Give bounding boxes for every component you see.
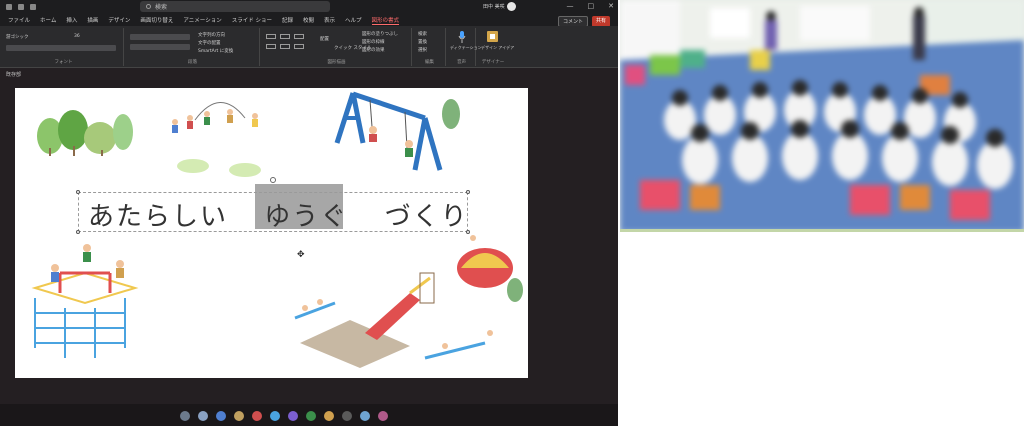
autosave-icon[interactable] xyxy=(18,4,24,10)
list-buttons[interactable] xyxy=(130,34,190,40)
taskbar-app-icon[interactable] xyxy=(378,411,388,421)
title-part-3: づくり xyxy=(384,202,469,232)
tab-slideshow[interactable]: スライド ショー xyxy=(232,16,272,24)
shape-gallery-icon[interactable] xyxy=(266,34,276,39)
text-direction-button[interactable]: 文字列の方向 xyxy=(198,32,225,38)
align-text-button[interactable]: 文字の配置 xyxy=(198,40,221,46)
ribbon-group-voice: ディクテーション 音声 xyxy=(448,28,482,66)
tab-insert[interactable]: 挿入 xyxy=(66,16,77,24)
avatar[interactable] xyxy=(507,2,516,11)
ribbon-group-font: 游ゴシック 36 フォント xyxy=(4,28,124,66)
ribbon-group-label: デザイナー xyxy=(481,60,505,65)
tab-design[interactable]: デザイン xyxy=(108,16,130,24)
taskbar-app-icon[interactable] xyxy=(252,411,262,421)
tab-draw[interactable]: 描画 xyxy=(87,16,98,24)
app-logo-icon xyxy=(6,4,12,10)
pane-label: 既存部 xyxy=(6,72,22,78)
align-buttons[interactable] xyxy=(130,44,190,50)
taskbar-app-icon[interactable] xyxy=(342,411,352,421)
taskbar-app-icon[interactable] xyxy=(288,411,298,421)
slide-icon xyxy=(365,272,435,340)
minimize-button[interactable]: — xyxy=(567,2,574,10)
close-button[interactable]: ✕ xyxy=(608,2,614,10)
taskbar xyxy=(0,404,618,426)
mic-icon[interactable] xyxy=(458,31,466,43)
tab-view[interactable]: 表示 xyxy=(324,16,335,24)
arrange-button[interactable]: 配置 xyxy=(320,36,329,42)
taskbar-app-icon[interactable] xyxy=(360,411,370,421)
tab-animations[interactable]: アニメーション xyxy=(183,16,221,24)
shape-gallery-icon[interactable] xyxy=(280,34,290,39)
tree-icon xyxy=(37,110,133,156)
ribbon-group-designer: デザイン アイデア デザイナー xyxy=(478,28,514,66)
ribbon-group-label: 音声 xyxy=(457,60,466,65)
designer-label: デザイン アイデア xyxy=(481,45,515,50)
undo-icon[interactable] xyxy=(30,4,36,10)
font-size-select[interactable]: 36 xyxy=(74,34,80,39)
replace-button[interactable]: 置換 xyxy=(418,39,427,45)
rotate-handle[interactable] xyxy=(270,177,276,183)
user-name: 田中 美咲 xyxy=(483,4,505,10)
ribbon-group-editing: 検索 置換 選択 編集 xyxy=(414,28,446,66)
taskbar-app-icon[interactable] xyxy=(198,411,208,421)
dictate-label: ディクテーション xyxy=(450,45,482,50)
title-part-2: ゆうぐ xyxy=(264,202,349,232)
shape-effects-button[interactable]: 図形の効果 xyxy=(362,47,385,53)
ribbon-group-label: 図形描画 xyxy=(327,60,346,65)
slide-title[interactable]: あたらしい ゆうぐ づくり xyxy=(88,196,469,233)
taskbar-app-icon[interactable] xyxy=(234,411,244,421)
ribbon-group-paragraph: 文字列の方向 文字の配置 SmartArt に変換 段落 xyxy=(126,28,260,66)
resize-handle[interactable] xyxy=(76,230,80,234)
maximize-button[interactable]: □ xyxy=(588,2,595,10)
shape-fill-button[interactable]: 図形の塗りつぶし xyxy=(362,31,398,37)
jump-rope-kids xyxy=(172,102,258,133)
title-part-1: あたらしい xyxy=(88,202,229,232)
resize-handle[interactable] xyxy=(76,190,80,194)
ribbon-group-label: 段落 xyxy=(188,60,197,65)
taskbar-app-icon[interactable] xyxy=(270,411,280,421)
ribbon-group-drawing: 配置 クイック スタイル 図形の塗りつぶし 図形の枠線 図形の効果 図形描画 xyxy=(262,28,412,66)
font-name-select[interactable]: 游ゴシック xyxy=(6,34,29,40)
slide-pane-header: 既存部 xyxy=(0,68,618,81)
tab-transitions[interactable]: 画面切り替え xyxy=(140,16,173,24)
swing-icon xyxy=(334,91,443,171)
find-button[interactable]: 検索 xyxy=(418,31,427,37)
shape-outline-button[interactable]: 図形の枠線 xyxy=(362,39,385,45)
jungle-gym-icon xyxy=(31,244,139,358)
taskbar-app-icon[interactable] xyxy=(306,411,316,421)
tab-review[interactable]: 校閲 xyxy=(303,16,314,24)
tab-home[interactable]: ホーム xyxy=(40,16,56,24)
tab-shape-format[interactable]: 図形の書式 xyxy=(371,16,400,25)
window-controls: — □ ✕ xyxy=(567,2,615,10)
shape-gallery-icon[interactable] xyxy=(294,44,304,49)
presentation-app-window: 検索 田中 美咲 — □ ✕ ファイル ホーム 挿入 描画 デザイン 画面切り替… xyxy=(0,0,618,426)
class-photo xyxy=(620,0,1024,232)
taskbar-app-icon[interactable] xyxy=(180,411,190,421)
font-format-buttons[interactable] xyxy=(6,45,116,51)
ribbon: 游ゴシック 36 フォント 文字列の方向 文字の配置 SmartArt に変換 … xyxy=(0,26,618,68)
slide-illustration xyxy=(31,91,523,368)
ribbon-tabs: ファイル ホーム 挿入 描画 デザイン 画面切り替え アニメーション スライド … xyxy=(0,14,618,26)
designer-icon[interactable] xyxy=(487,31,498,42)
taskbar-app-icon[interactable] xyxy=(324,411,334,421)
shape-gallery-icon[interactable] xyxy=(280,44,290,49)
tab-record[interactable]: 記録 xyxy=(282,16,293,24)
tab-help[interactable]: ヘルプ xyxy=(345,16,362,24)
taskbar-app-icon[interactable] xyxy=(216,411,226,421)
tab-file[interactable]: ファイル xyxy=(8,16,30,24)
shape-gallery-icon[interactable] xyxy=(266,44,276,49)
resize-handle[interactable] xyxy=(466,190,470,194)
smartart-button[interactable]: SmartArt に変換 xyxy=(198,48,233,54)
select-button[interactable]: 選択 xyxy=(418,47,427,53)
cursor-icon: ✥ xyxy=(297,250,305,260)
ribbon-group-label: フォント xyxy=(54,60,73,65)
search-box[interactable]: 検索 xyxy=(140,1,330,12)
photo-content xyxy=(620,0,1024,229)
title-bar: 検索 田中 美咲 — □ ✕ xyxy=(0,0,618,14)
shape-gallery-icon[interactable] xyxy=(294,34,304,39)
ribbon-group-label: 編集 xyxy=(425,60,434,65)
search-icon xyxy=(146,4,151,9)
slide-canvas[interactable]: あたらしい ゆうぐ づくり ✥ xyxy=(15,88,528,378)
search-placeholder: 検索 xyxy=(155,4,168,11)
